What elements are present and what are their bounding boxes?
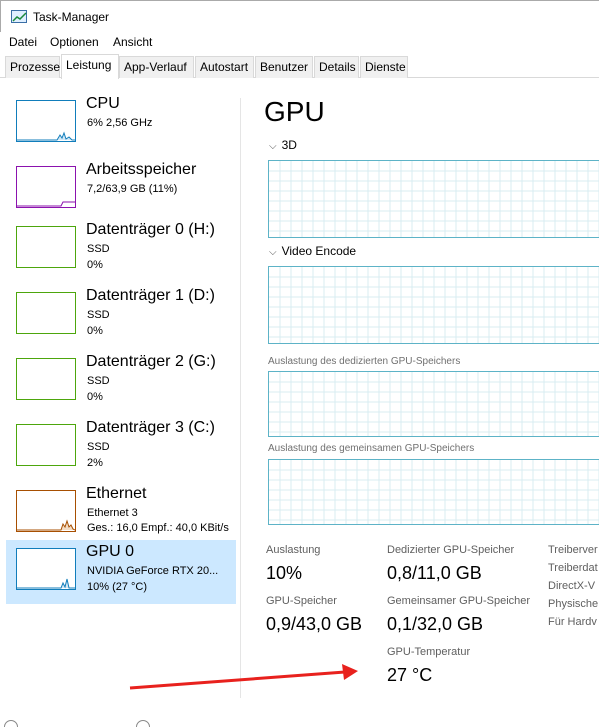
red-arrow-annotation [129, 664, 358, 690]
fewer-details-icon[interactable] [4, 720, 18, 727]
resource-monitor-icon[interactable] [136, 720, 150, 727]
